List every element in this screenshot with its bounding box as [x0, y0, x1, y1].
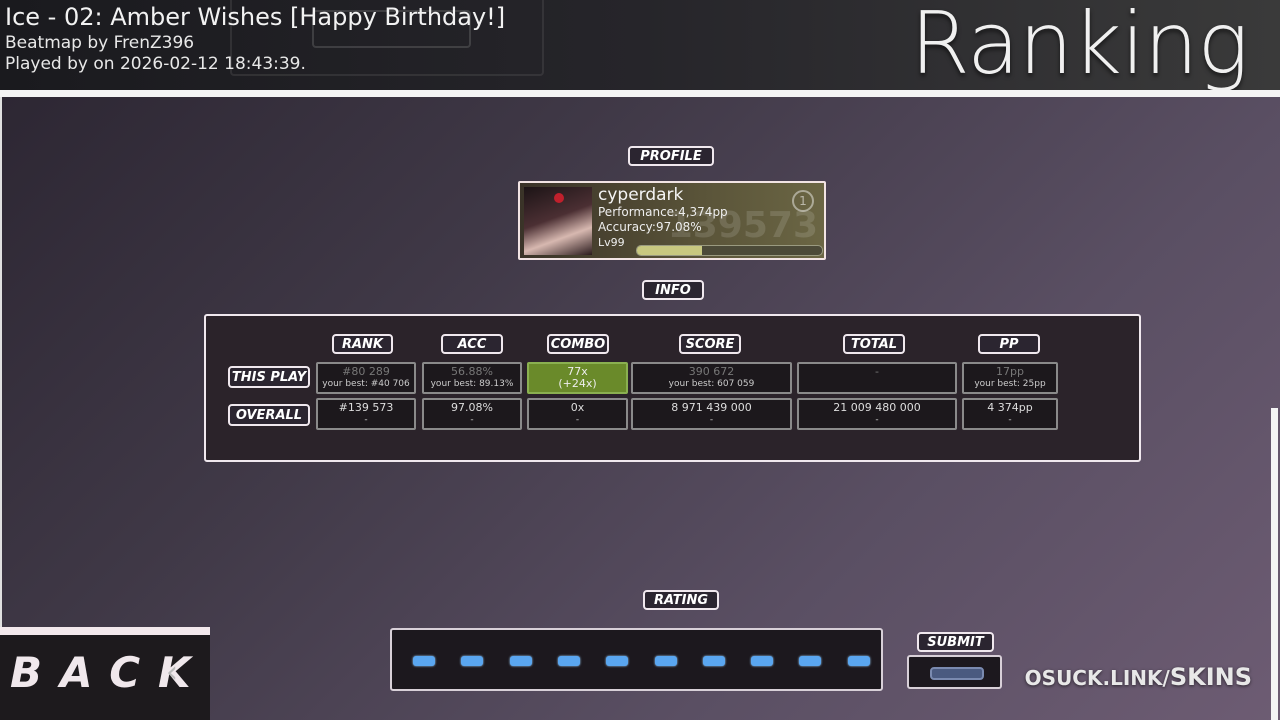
column-header-rank: RANK — [332, 334, 393, 354]
rating-dot-9[interactable] — [799, 656, 822, 666]
rating-dot-5[interactable] — [606, 656, 629, 666]
header-divider — [0, 90, 1280, 97]
overall-total: 21 009 480 000 — [833, 401, 921, 414]
username: cyperdark — [598, 185, 684, 205]
profile-card[interactable]: 139573 1 cyperdark Performance:4,374pp A… — [518, 181, 826, 260]
accuracy-stat: Accuracy:97.08% — [598, 220, 702, 234]
overall-score: 8 971 439 000 — [671, 401, 752, 414]
song-title: Ice - 02: Amber Wishes [Happy Birthday!] — [5, 3, 506, 31]
level-stat: Lv99 — [598, 236, 625, 249]
this-play-rank: #80 289 — [342, 365, 390, 378]
this-play-score-best: your best: 607 059 — [668, 379, 755, 389]
this-play-acc-cell: 56.88% your best: 89.13% — [422, 362, 522, 394]
rating-dot-7[interactable] — [702, 656, 725, 666]
rating-dot-8[interactable] — [751, 656, 774, 666]
this-play-pp-cell: 17pp your best: 25pp — [962, 362, 1058, 394]
overall-pp: 4 374pp — [987, 401, 1033, 414]
overall-acc-cell: 97.08% - — [422, 398, 522, 430]
row-header-this-play: THIS PLAY — [228, 366, 310, 388]
watermark-prefix: OSUCK.LINK/ — [1024, 666, 1170, 690]
back-label: BACK — [10, 648, 209, 697]
performance-stat: Performance:4,374pp — [598, 205, 728, 219]
overall-combo-cell: 0x - — [527, 398, 628, 430]
this-play-rank-best: your best: #40 706 — [322, 379, 410, 389]
overall-pp-sub: - — [1008, 415, 1012, 425]
rating-section-label: RATING — [643, 590, 719, 610]
level-progress-fill — [637, 246, 702, 255]
overall-combo: 0x — [570, 401, 585, 414]
this-play-pp: 17pp — [996, 365, 1024, 378]
overall-combo-sub: - — [575, 415, 580, 425]
this-play-score-cell: 390 672 your best: 607 059 — [631, 362, 792, 394]
this-play-combo-delta: (+24x) — [558, 377, 597, 390]
this-play-acc-best: your best: 89.13% — [430, 379, 514, 389]
this-play-acc: 56.88% — [451, 365, 493, 378]
column-header-pp: PP — [978, 334, 1040, 354]
played-by-info: Played by on 2026-02-12 18:43:39. — [5, 54, 306, 74]
level-progress-bar — [636, 245, 823, 256]
rating-panel — [390, 628, 883, 691]
watermark: OSUCK.LINK/SKINS — [1025, 663, 1252, 691]
submit-button[interactable] — [907, 655, 1002, 689]
overall-total-sub: - — [875, 415, 879, 425]
this-play-total-cell: - — [797, 362, 957, 394]
screen-title: Ranking — [910, 0, 1249, 90]
column-header-total: TOTAL — [843, 334, 905, 354]
rating-dot-2[interactable] — [461, 656, 484, 666]
overall-total-cell: 21 009 480 000 - — [797, 398, 957, 430]
header-bar: Ice - 02: Amber Wishes [Happy Birthday!]… — [0, 0, 1280, 90]
row-header-overall: OVERALL — [228, 404, 310, 426]
rating-dot-4[interactable] — [557, 656, 580, 666]
beatmap-creator: Beatmap by FrenZ396 — [5, 33, 195, 53]
chevron-left-icon: ‹ — [166, 655, 178, 690]
this-play-score: 390 672 — [688, 365, 735, 378]
submit-label: SUBMIT — [917, 632, 994, 652]
avatar-flower-icon — [554, 193, 564, 203]
submit-bar-icon — [930, 667, 984, 680]
overall-pp-cell: 4 374pp - — [962, 398, 1058, 430]
overall-score-cell: 8 971 439 000 - — [631, 398, 792, 430]
rating-dot-1[interactable] — [413, 656, 435, 666]
country-rank-badge: 1 — [792, 190, 814, 212]
left-border-line — [0, 97, 2, 627]
this-play-pp-best: your best: 25pp — [974, 379, 1046, 389]
rating-dot-10[interactable] — [847, 656, 870, 666]
overall-rank: #139 573 — [338, 401, 394, 414]
column-header-acc: ACC — [441, 334, 503, 354]
back-button-top-border — [0, 627, 210, 635]
this-play-total: - — [875, 365, 879, 378]
scrollbar[interactable] — [1271, 408, 1278, 720]
overall-acc-sub: - — [470, 415, 474, 425]
overall-acc: 97.08% — [451, 401, 493, 414]
column-header-combo: COMBO — [547, 334, 609, 354]
avatar — [524, 187, 592, 255]
this-play-combo-cell: 77x (+24x) — [527, 362, 628, 394]
column-header-score: SCORE — [679, 334, 741, 354]
overall-rank-sub: - — [364, 415, 368, 425]
this-play-rank-cell: #80 289 your best: #40 706 — [316, 362, 416, 394]
watermark-suffix: SKINS — [1169, 663, 1252, 691]
profile-section-label: PROFILE — [628, 146, 714, 166]
rating-dot-6[interactable] — [654, 656, 677, 666]
rating-dot-3[interactable] — [509, 656, 532, 666]
info-section-label: INFO — [642, 280, 704, 300]
overall-rank-cell: #139 573 - — [316, 398, 416, 430]
overall-score-sub: - — [709, 415, 714, 425]
